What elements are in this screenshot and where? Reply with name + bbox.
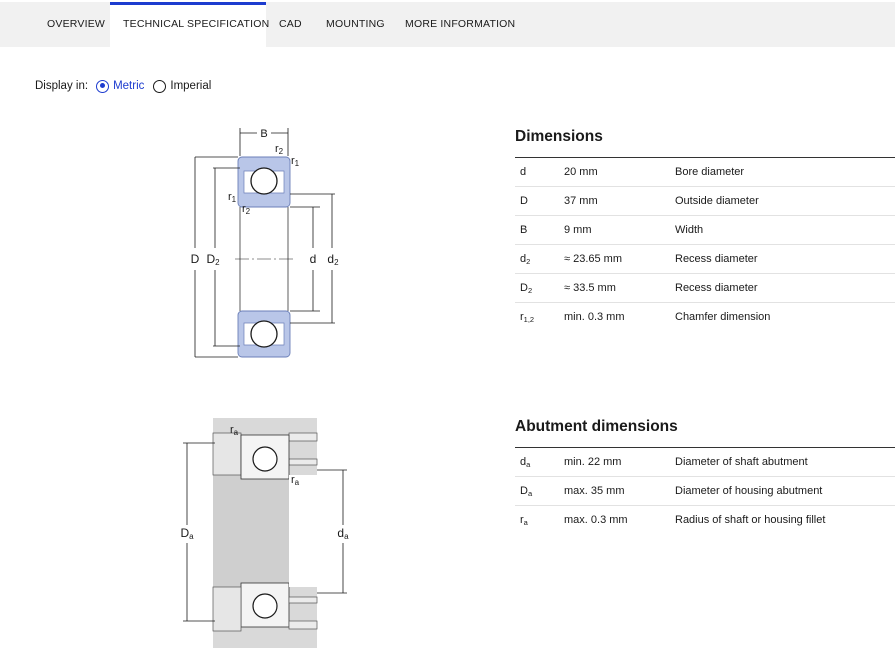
metric-radio[interactable] [96, 79, 110, 93]
table-row: da min. 22 mm Diameter of shaft abutment [515, 448, 895, 477]
tab-overview[interactable]: OVERVIEW [47, 2, 105, 47]
metric-label[interactable]: Metric [113, 80, 144, 92]
imperial-label[interactable]: Imperial [170, 80, 211, 92]
table-row: d2 ≈ 23.65 mm Recess diameter [515, 245, 895, 274]
imperial-radio[interactable] [153, 79, 167, 93]
unit-toggle: Display in: Metric Imperial [35, 78, 220, 94]
label-d-outer: D [191, 252, 200, 266]
label-d-bore: d [310, 252, 317, 266]
abutment-table: da min. 22 mm Diameter of shaft abutment… [515, 447, 895, 535]
display-in-label: Display in: [35, 80, 89, 92]
label-d2: D2 [206, 252, 220, 267]
label-d2-bore: d2 [327, 252, 339, 267]
dimensions-title: Dimensions [515, 128, 603, 145]
table-row: D 37 mm Outside diameter [515, 187, 895, 216]
label-r2-top: r2 [275, 143, 284, 156]
bearing-dimension-drawing: B D D2 d d2 r2 r1 r1 r2 [191, 125, 339, 358]
table-row: B 9 mm Width [515, 216, 895, 245]
ball-top [250, 167, 278, 195]
label-da-shaft: da [337, 526, 349, 541]
tab-technical-specification[interactable]: TECHNICAL SPECIFICATION [110, 2, 269, 47]
bearing-top-section [237, 156, 291, 208]
table-row: ra max. 0.3 mm Radius of shaft or housin… [520, 514, 826, 527]
abutment-dimension-drawing: Da da ra ra [180, 418, 349, 648]
table-row: r1,2 min. 0.3 mm Chamfer dimension [520, 311, 771, 324]
tab-bar: OVERVIEW TECHNICAL SPECIFICATION CAD MOU… [0, 2, 895, 47]
tab-more-information[interactable]: MORE INFORMATION [405, 2, 515, 47]
label-b: B [260, 128, 267, 140]
tab-cad[interactable]: CAD [279, 2, 302, 47]
abutment-title: Abutment dimensions [515, 418, 678, 435]
label-da-housing: Da [180, 526, 194, 541]
label-r1-top: r1 [291, 155, 300, 168]
table-row: d 20 mm Bore diameter [515, 158, 895, 187]
bearing-bottom-section [237, 310, 291, 358]
table-row: Da max. 35 mm Diameter of housing abutme… [515, 477, 895, 506]
dimensions-table: d 20 mm Bore diameter D 37 mm Outside di… [515, 157, 895, 332]
label-r1-left: r1 [228, 191, 237, 204]
dim-d-outer [194, 156, 238, 358]
table-row: D2 ≈ 33.5 mm Recess diameter [515, 274, 895, 303]
tab-mounting[interactable]: MOUNTING [326, 2, 385, 47]
ball-bottom [250, 320, 278, 348]
housing-shaft-shape [212, 418, 318, 648]
